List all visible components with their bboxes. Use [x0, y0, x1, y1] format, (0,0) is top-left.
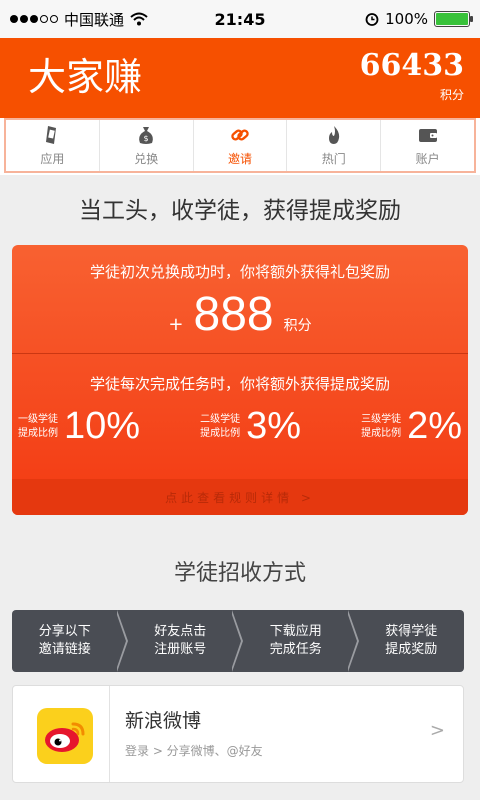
- rules-detail-link[interactable]: 点此查看规则详情 >: [12, 479, 468, 515]
- tab-label: 应用: [40, 152, 65, 166]
- app-header: 大家赚 66433 积分: [0, 38, 480, 118]
- rate-label-top: 二级学徒: [200, 413, 241, 425]
- chevron-right-icon: >: [429, 720, 445, 741]
- rate-value: 3%: [246, 405, 302, 447]
- tab-label: 邀请: [227, 152, 252, 166]
- reward-card: 学徒初次兑换成功时，你将额外获得礼包奖励 + 888 积分 学徒每次完成任务时，…: [12, 245, 468, 515]
- rate-label-top: 三级学徒: [361, 413, 402, 425]
- chevron-right-icon: [346, 610, 359, 672]
- flame-icon: [328, 126, 339, 144]
- chevron-right-icon: [115, 610, 128, 672]
- task-commission-text: 学徒每次完成任务时，你将额外获得提成奖励: [89, 375, 390, 393]
- link-icon: [231, 129, 249, 141]
- rate-level-2: 二级学徒 提成比例 3%: [200, 405, 301, 448]
- bonus-value: 888: [193, 288, 274, 341]
- tab-apps[interactable]: 应用: [6, 120, 100, 171]
- rate-level-3: 三级学徒 提成比例 2%: [361, 405, 462, 448]
- bonus-unit: 积分: [283, 318, 312, 334]
- rate-value: 2%: [407, 405, 462, 447]
- points-label: 积分: [439, 88, 464, 102]
- rate-value: 10%: [64, 405, 141, 447]
- status-right: 100%: [265, 10, 473, 28]
- step-line: 完成任务: [269, 642, 322, 657]
- share-weibo-item[interactable]: 新浪微博 登录 > 分享微博、@好友 >: [12, 685, 464, 783]
- plus-sign: +: [168, 314, 184, 335]
- points-value[interactable]: 66433: [360, 48, 464, 83]
- tab-exchange[interactable]: $ 兑换: [100, 120, 194, 171]
- invite-content: 当工头，收学徒，获得提成奖励 学徒初次兑换成功时，你将额外获得礼包奖励 + 88…: [0, 175, 480, 800]
- alarm-icon: [365, 13, 379, 26]
- tab-label: 热门: [321, 152, 346, 166]
- rate-label-top: 一级学徒: [18, 413, 58, 425]
- rate-level-1: 一级学徒 提成比例 10%: [18, 405, 140, 448]
- commission-rates: 一级学徒 提成比例 10% 二级学徒 提成比例 3% 三级学徒 提成比例 2%: [18, 405, 462, 448]
- battery-icon: [434, 11, 473, 27]
- card-divider: [12, 353, 468, 354]
- first-exchange-text: 学徒初次兑换成功时，你将额外获得礼包奖励: [89, 263, 390, 281]
- battery-percent: 100%: [385, 10, 428, 28]
- wifi-icon: [130, 12, 148, 26]
- signal-icon: [10, 15, 58, 23]
- rate-label: 二级学徒 提成比例: [200, 413, 240, 441]
- step-get-commission: 获得学徒 提成奖励: [348, 610, 464, 672]
- step-share-link: 分享以下 邀请链接: [12, 610, 128, 672]
- step-download-task: 下载应用 完成任务: [233, 610, 359, 672]
- rate-label-bottom: 提成比例: [200, 427, 241, 439]
- svg-text:$: $: [144, 134, 149, 143]
- step-line: 获得学徒: [385, 624, 438, 639]
- weibo-icon: [37, 708, 93, 764]
- step-line: 注册账号: [154, 642, 207, 657]
- rate-label-bottom: 提成比例: [361, 427, 402, 439]
- step-line: 分享以下: [38, 624, 91, 639]
- rate-label-bottom: 提成比例: [18, 427, 58, 439]
- tab-label: 兑换: [134, 152, 159, 166]
- rate-label: 三级学徒 提成比例: [361, 413, 401, 441]
- money-bag-icon: $: [139, 127, 154, 144]
- tab-bar: 应用 $ 兑换 邀请 热门 账户: [4, 118, 476, 173]
- share-subtitle: 登录 > 分享微博、@好友: [125, 744, 263, 758]
- carrier-label: 中国联通: [64, 10, 125, 29]
- chevron-right-icon: [231, 610, 243, 672]
- step-line: 下载应用: [269, 624, 322, 639]
- status-bar: 中国联通 21:45 100%: [0, 0, 480, 38]
- status-left: 中国联通: [10, 9, 215, 30]
- app-title: 大家赚: [28, 55, 143, 99]
- share-divider: [109, 686, 110, 782]
- share-title: 新浪微博: [125, 710, 202, 732]
- tab-label: 账户: [415, 152, 440, 166]
- wallet-icon: [418, 129, 437, 142]
- tab-invite[interactable]: 邀请: [194, 120, 288, 171]
- step-line: 好友点击: [154, 624, 207, 639]
- recruit-steps: 分享以下邀请链接 好友点击注册账号 下载应用完成任务 获得学徒提成奖励: [12, 610, 464, 672]
- step-friend-register: 好友点击 注册账号: [117, 610, 243, 672]
- step-line: 提成奖励: [385, 642, 438, 657]
- recruit-title: 学徒招收方式: [173, 561, 306, 586]
- tab-hot[interactable]: 热门: [287, 120, 382, 171]
- phone-icon: [46, 126, 57, 144]
- tab-account[interactable]: 账户: [381, 120, 474, 171]
- slogan: 当工头，收学徒，获得提成奖励: [79, 198, 401, 224]
- rate-label: 一级学徒 提成比例: [18, 413, 58, 441]
- step-line: 邀请链接: [38, 642, 91, 657]
- bonus-amount: + 888 积分: [12, 287, 468, 342]
- status-time: 21:45: [214, 9, 266, 29]
